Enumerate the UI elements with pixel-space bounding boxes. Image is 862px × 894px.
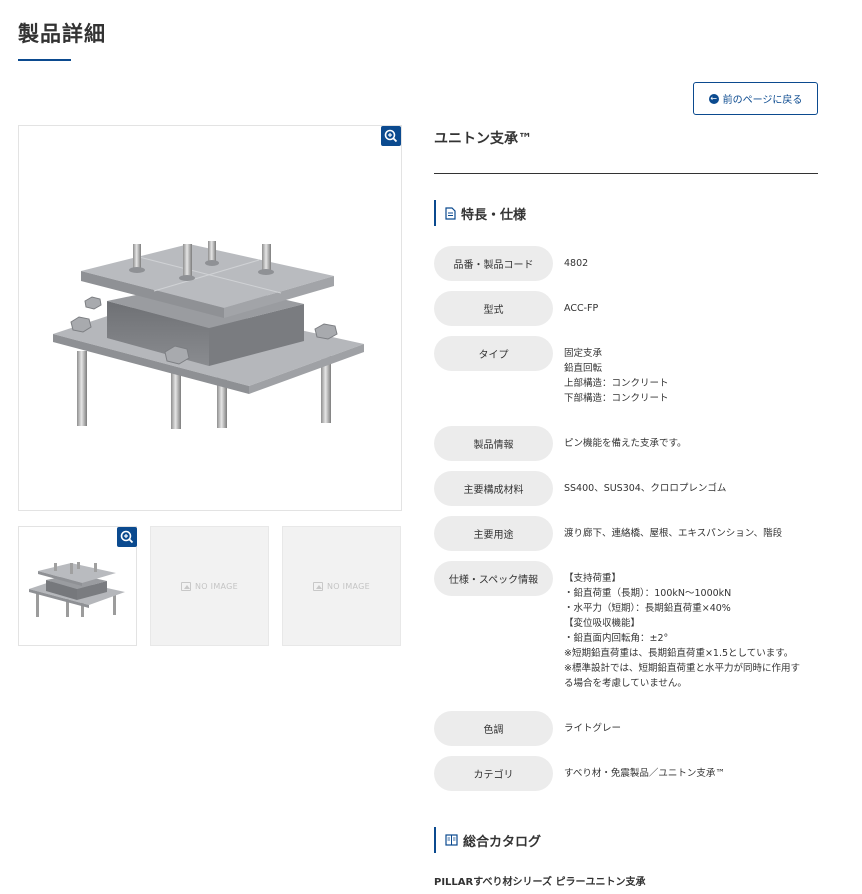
spec-value: 固定支承 鉛直回転 上部構造：コンクリート 下部構造：コンクリート	[564, 348, 669, 404]
spec-value: ライトグレー	[564, 723, 622, 734]
spec-value: ACC-FP	[564, 303, 599, 314]
no-image-label: NO IMAGE	[194, 581, 239, 591]
magnify-plus-icon	[384, 129, 398, 143]
no-image-label: NO IMAGE	[326, 581, 371, 591]
catalog-heading: 総合カタログ	[434, 827, 541, 853]
image-placeholder-icon	[312, 581, 323, 591]
document-icon	[445, 206, 456, 220]
spec-value: ピン機能を備えた支承です。	[564, 438, 687, 449]
back-button[interactable]: ← 前のページに戻る	[693, 82, 818, 115]
spec-value: すべり材・免震製品／ユニトン支承™	[564, 768, 725, 779]
spec-label: カテゴリ	[434, 756, 553, 791]
arrow-left-circle-icon: ←	[708, 93, 719, 104]
main-product-image[interactable]	[18, 125, 402, 511]
page-title: 製品詳細	[18, 22, 106, 46]
catalog-heading-text: 総合カタログ	[463, 834, 542, 850]
spec-label: 仕様・スペック情報	[434, 561, 553, 596]
book-icon	[445, 834, 458, 846]
divider	[434, 173, 818, 174]
bearing-illustration	[53, 241, 364, 429]
spec-value: 【支持荷重】 ・鉛直荷重（長期）：100kN〜1000kN ・水平力（短期）：長…	[564, 573, 800, 689]
thumbnail-3[interactable]: NO IMAGE	[282, 526, 401, 646]
image-placeholder-icon	[180, 581, 191, 591]
spec-value: 4802	[564, 258, 589, 269]
spec-label: 主要用途	[434, 516, 553, 551]
spec-label: 型式	[434, 291, 553, 326]
spec-value: SS400、SUS304、クロロプレンゴム	[564, 483, 727, 494]
thumbnail-2[interactable]: NO IMAGE	[150, 526, 269, 646]
spec-value: 渡り廊下、連絡橋、屋根、エキスパンション、階段	[564, 528, 783, 539]
spec-label: 主要構成材料	[434, 471, 553, 506]
catalog-link[interactable]: PILLARすべり材シリーズ ピラーユニトン支承	[434, 873, 646, 888]
product-name: ユニトン支承™	[434, 131, 532, 147]
spec-label: 品番・製品コード	[434, 246, 553, 281]
thumbnail-1[interactable]	[18, 526, 137, 646]
features-heading-text: 特長・仕様	[461, 207, 527, 223]
spec-label: タイプ	[434, 336, 553, 371]
spec-label: 製品情報	[434, 426, 553, 461]
spec-label: 色調	[434, 711, 553, 746]
magnify-plus-icon	[120, 530, 134, 544]
features-heading: 特長・仕様	[434, 200, 526, 226]
title-underline	[18, 59, 71, 61]
thumbnail-zoom-button[interactable]	[117, 527, 137, 547]
back-button-label: 前のページに戻る	[722, 95, 803, 106]
zoom-button[interactable]	[381, 126, 401, 146]
